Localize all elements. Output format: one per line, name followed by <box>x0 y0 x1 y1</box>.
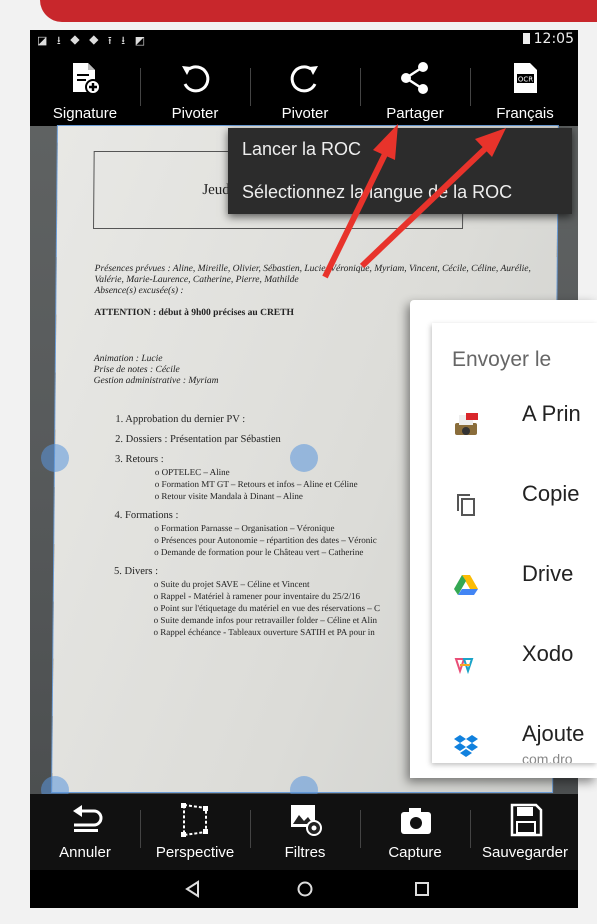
filters-icon <box>291 805 322 836</box>
presences-line: Présences prévues : Aline, Mireille, Oli… <box>94 264 531 285</box>
document-header-text: Jeud <box>202 182 230 198</box>
share-app-name: A Prin <box>522 401 581 426</box>
share-app-name: Xodo <box>522 641 574 666</box>
share-app-a-prin[interactable]: A Prin <box>432 383 597 463</box>
battery-icon <box>522 33 530 44</box>
share-sheet-title: Envoyer le <box>452 348 552 371</box>
menu-item-select-ocr-language[interactable]: Sélectionnez la langue de la ROC <box>228 171 572 214</box>
bottom-toolbar: Annuler Perspective Filtres Capture Sauv… <box>30 794 578 870</box>
google-drive-icon <box>454 575 478 595</box>
share-button[interactable]: Partager <box>360 50 470 126</box>
home-nav-button[interactable] <box>285 874 325 904</box>
filters-button[interactable]: Filtres <box>250 794 360 870</box>
save-icon <box>510 803 543 837</box>
copy-icon <box>457 494 475 516</box>
share-app-name: Ajoute <box>522 721 585 746</box>
rotate-right-label: Pivoter <box>281 105 329 122</box>
rotate-left-button[interactable]: Pivoter <box>140 50 250 126</box>
battery-clock: 12:05 <box>522 31 574 47</box>
undo-icon <box>73 805 103 832</box>
notification-icons: ◪ ⭳ ⯁ ⯁ ⭱ ⭳ ◩ <box>37 34 149 47</box>
share-app-drive[interactable]: Drive <box>432 543 597 623</box>
printer-pdf-icon <box>455 413 478 435</box>
status-bar: ◪ ⭳ ⯁ ⯁ ⭱ ⭳ ◩ 12:05 <box>30 30 578 50</box>
recents-nav-button[interactable] <box>402 874 442 904</box>
notes-line: Prise de notes : Cécile <box>93 365 180 375</box>
share-sheet-card: Envoyer le A Prin Copie Drive Xodo Ajout… <box>432 323 597 763</box>
ocr-language-button[interactable]: OCR Français <box>470 50 578 126</box>
top-toolbar: Signature Pivoter Pivoter Partager OCR F… <box>30 50 578 126</box>
roles-block: Animation : Lucie Prise de notes : Cécil… <box>94 354 219 387</box>
top-banner <box>40 0 597 22</box>
perspective-label: Perspective <box>155 844 235 861</box>
recents-square-icon <box>415 882 429 896</box>
ocr-language-label: Français <box>496 105 554 122</box>
share-icon <box>401 62 428 94</box>
back-triangle-icon <box>185 880 199 898</box>
share-app-package: com.dro <box>522 751 573 763</box>
share-app-copie[interactable]: Copie <box>432 463 597 543</box>
home-circle-icon <box>297 881 313 897</box>
gestion-line: Gestion administrative : Myriam <box>93 376 219 386</box>
rotate-right-icon <box>290 65 318 93</box>
share-app-name: Drive <box>522 561 574 586</box>
animation-line: Animation : Lucie <box>93 354 163 364</box>
absences-line: Absence(s) excusée(s) : <box>94 286 184 296</box>
share-label: Partager <box>386 105 444 122</box>
share-app-xodo[interactable]: Xodo <box>432 623 597 703</box>
crop-handle[interactable] <box>290 444 318 472</box>
share-app-name: Copie <box>522 481 580 506</box>
ocr-dropdown-menu: Lancer la ROC Sélectionnez la langue de … <box>228 128 572 214</box>
android-nav-bar <box>30 870 578 908</box>
perspective-icon <box>181 803 208 837</box>
svg-text:OCR: OCR <box>518 76 533 84</box>
save-button[interactable]: Sauvegarder <box>470 794 578 870</box>
undo-label: Annuler <box>59 844 111 861</box>
presences-text: Présences prévues : Aline, Mireille, Oli… <box>94 264 554 297</box>
attention-line: ATTENTION : début à 9h00 précises au CRE… <box>94 308 294 318</box>
filters-label: Filtres <box>284 844 326 861</box>
rotate-left-icon <box>182 65 210 93</box>
xodo-icon <box>454 658 474 675</box>
back-nav-button[interactable] <box>173 874 213 904</box>
save-label: Sauvegarder <box>482 844 568 861</box>
share-sheet: Envoyer le A Prin Copie Drive Xodo Ajout… <box>410 300 597 778</box>
camera-icon <box>401 808 431 834</box>
crop-handle[interactable] <box>41 444 69 472</box>
signature-icon <box>73 63 101 95</box>
ocr-document-icon: OCR <box>514 63 537 93</box>
capture-label: Capture <box>388 844 442 861</box>
rotate-left-label: Pivoter <box>171 105 219 122</box>
menu-item-run-ocr[interactable]: Lancer la ROC <box>228 128 572 171</box>
dropbox-icon <box>454 735 478 757</box>
rotate-right-button[interactable]: Pivoter <box>250 50 360 126</box>
undo-button[interactable]: Annuler <box>30 794 140 870</box>
capture-button[interactable]: Capture <box>360 794 470 870</box>
clock: 12:05 <box>533 31 574 47</box>
perspective-button[interactable]: Perspective <box>140 794 250 870</box>
signature-button[interactable]: Signature <box>30 50 140 126</box>
signature-label: Signature <box>52 105 118 122</box>
share-app-dropbox[interactable]: Ajoute com.dro <box>432 703 597 763</box>
